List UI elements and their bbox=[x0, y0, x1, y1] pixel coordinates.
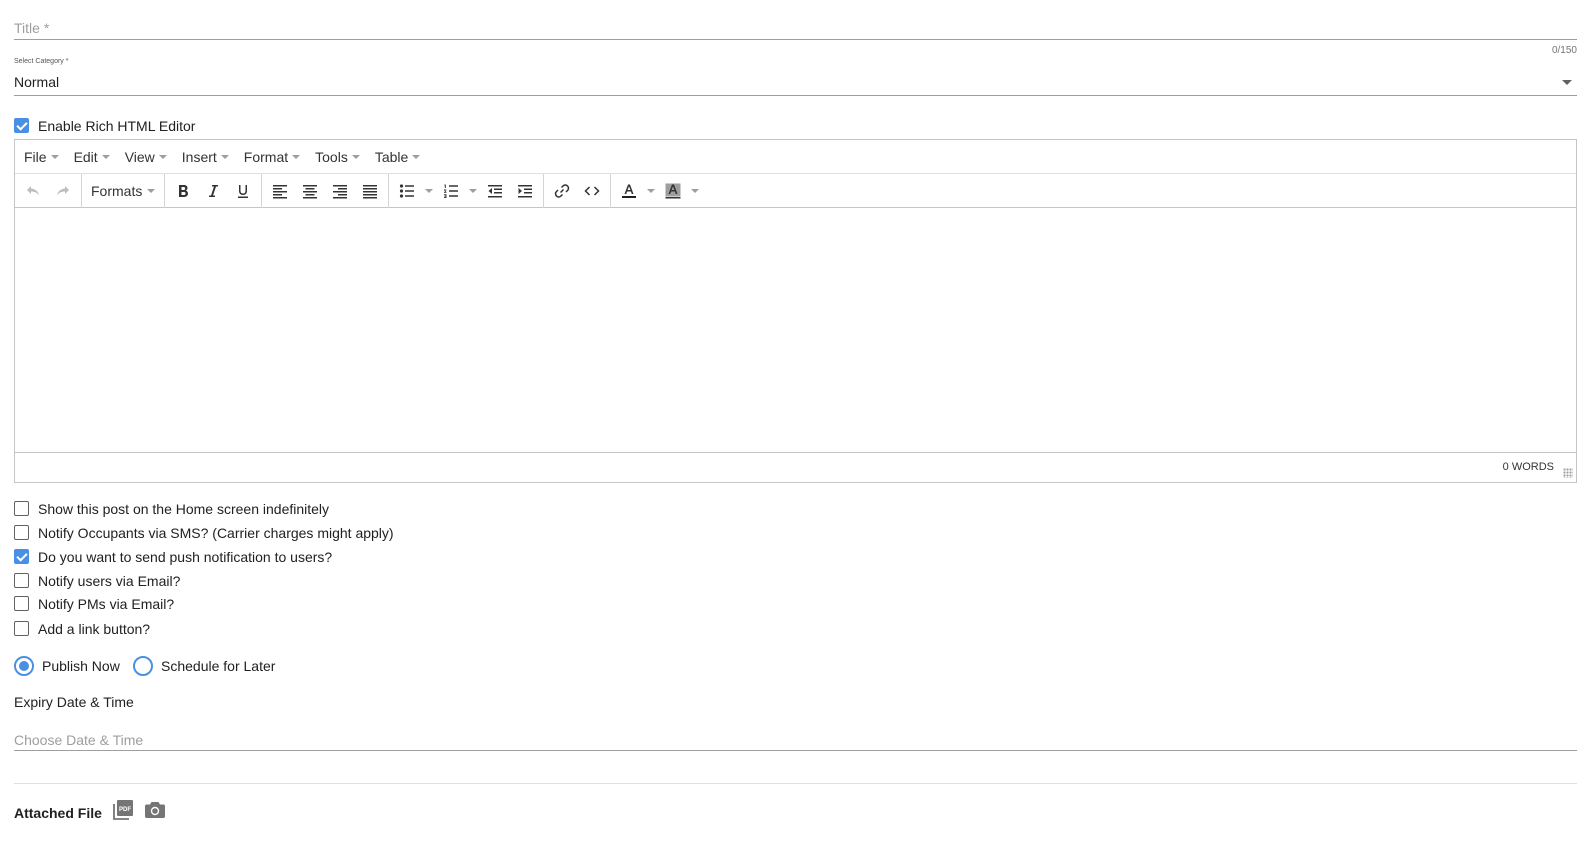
resize-handle[interactable] bbox=[1563, 468, 1573, 478]
link-icon[interactable] bbox=[547, 177, 577, 205]
numbered-list-icon[interactable] bbox=[436, 177, 466, 205]
expiry-underline bbox=[14, 750, 1577, 751]
email-pms-checkbox[interactable] bbox=[14, 596, 29, 611]
home-screen-checkbox[interactable] bbox=[14, 501, 29, 516]
rich-editor-label: Enable Rich HTML Editor bbox=[38, 118, 196, 134]
rich-text-editor: File Edit View Insert Format Tools Table… bbox=[14, 139, 1577, 483]
align-center-icon[interactable] bbox=[295, 177, 325, 205]
email-users-label: Notify users via Email? bbox=[38, 573, 181, 589]
numbered-list-options[interactable] bbox=[466, 177, 480, 205]
publish-now-radio[interactable] bbox=[14, 656, 34, 676]
push-notification-checkbox[interactable] bbox=[14, 549, 29, 564]
menu-edit[interactable]: Edit bbox=[69, 149, 120, 165]
menu-file[interactable]: File bbox=[19, 149, 69, 165]
expiry-label: Expiry Date & Time bbox=[14, 694, 134, 710]
outdent-icon[interactable] bbox=[480, 177, 510, 205]
bullet-list-options[interactable] bbox=[422, 177, 436, 205]
indent-icon[interactable] bbox=[510, 177, 540, 205]
section-divider bbox=[14, 783, 1577, 784]
link-button-label: Add a link button? bbox=[38, 621, 151, 637]
category-underline bbox=[14, 95, 1577, 96]
editor-menubar: File Edit View Insert Format Tools Table bbox=[15, 140, 1576, 174]
email-users-checkbox[interactable] bbox=[14, 573, 29, 588]
menu-insert[interactable]: Insert bbox=[177, 149, 239, 165]
menu-view[interactable]: View bbox=[120, 149, 177, 165]
bold-icon[interactable] bbox=[168, 177, 198, 205]
code-icon[interactable] bbox=[577, 177, 607, 205]
italic-icon[interactable] bbox=[198, 177, 228, 205]
title-underline bbox=[14, 39, 1577, 40]
menu-tools[interactable]: Tools bbox=[310, 149, 370, 165]
menu-format[interactable]: Format bbox=[239, 149, 310, 165]
formats-dropdown[interactable]: Formats bbox=[85, 177, 161, 205]
title-input[interactable] bbox=[14, 16, 1577, 40]
bullet-list-icon[interactable] bbox=[392, 177, 422, 205]
editor-toolbar: Formats bbox=[15, 173, 1576, 208]
sms-label: Notify Occupants via SMS? (Carrier charg… bbox=[38, 525, 394, 541]
text-color-options[interactable] bbox=[644, 177, 658, 205]
underline-icon[interactable] bbox=[228, 177, 258, 205]
attached-file-label: Attached File bbox=[14, 805, 102, 821]
push-notification-label: Do you want to send push notification to… bbox=[38, 549, 333, 565]
title-char-counter: 0/150 bbox=[1551, 45, 1577, 56]
required-mark: * bbox=[65, 58, 69, 65]
category-label: Select Category * bbox=[14, 58, 69, 65]
align-left-icon[interactable] bbox=[265, 177, 295, 205]
email-pms-label: Notify PMs via Email? bbox=[38, 596, 175, 612]
redo-icon[interactable] bbox=[48, 177, 78, 205]
schedule-later-label: Schedule for Later bbox=[161, 658, 276, 674]
expiry-date-input[interactable] bbox=[14, 730, 1577, 750]
background-color-icon[interactable] bbox=[658, 177, 688, 205]
category-select[interactable]: Normal bbox=[14, 74, 59, 90]
sms-checkbox[interactable] bbox=[14, 525, 29, 540]
editor-statusbar: 0 WORDS bbox=[15, 453, 1576, 481]
background-color-options[interactable] bbox=[688, 177, 702, 205]
home-screen-label: Show this post on the Home screen indefi… bbox=[38, 501, 330, 517]
rich-editor-checkbox[interactable] bbox=[14, 118, 29, 133]
pdf-icon[interactable]: PDF bbox=[111, 798, 135, 822]
link-button-checkbox[interactable] bbox=[14, 621, 29, 636]
chevron-down-icon[interactable] bbox=[1562, 80, 1572, 85]
svg-text:PDF: PDF bbox=[119, 807, 131, 813]
menu-table[interactable]: Table bbox=[370, 149, 430, 165]
align-right-icon[interactable] bbox=[325, 177, 355, 205]
publish-now-label: Publish Now bbox=[42, 658, 120, 674]
word-count: 0 WORDS bbox=[1502, 461, 1554, 473]
schedule-later-radio[interactable] bbox=[133, 656, 153, 676]
camera-icon[interactable] bbox=[143, 798, 167, 822]
text-color-icon[interactable] bbox=[614, 177, 644, 205]
align-justify-icon[interactable] bbox=[355, 177, 385, 205]
undo-icon[interactable] bbox=[18, 177, 48, 205]
editor-content-area[interactable] bbox=[15, 208, 1576, 453]
